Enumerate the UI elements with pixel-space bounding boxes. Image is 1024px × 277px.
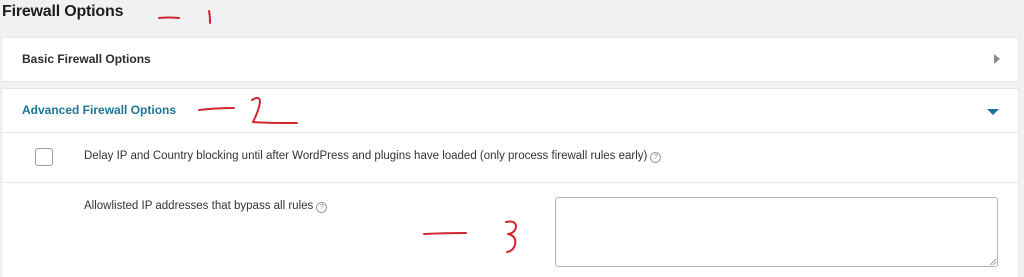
firewall-options-page: Firewall Options Basic Firewall Options … xyxy=(0,0,1024,277)
help-icon[interactable]: ? xyxy=(650,152,662,163)
allowlist-row: Allowlisted IP addresses that bypass all… xyxy=(2,182,1018,277)
annotation-mark-1 xyxy=(158,10,211,24)
allowlist-ip-textarea[interactable] xyxy=(555,197,998,267)
help-icon[interactable]: ? xyxy=(316,202,328,213)
advanced-firewall-title: Advanced Firewall Options xyxy=(22,103,177,117)
chevron-right-icon[interactable] xyxy=(994,54,1000,64)
delay-blocking-row: Delay IP and Country blocking until afte… xyxy=(2,132,1018,183)
basic-firewall-title: Basic Firewall Options xyxy=(22,52,151,66)
page-title: Firewall Options xyxy=(2,3,124,20)
resize-grip-icon[interactable] xyxy=(989,258,996,265)
advanced-firewall-panel: Advanced Firewall Options Delay IP and C… xyxy=(2,89,1018,277)
advanced-firewall-header[interactable]: Advanced Firewall Options xyxy=(2,89,1018,132)
basic-firewall-panel: Basic Firewall Options xyxy=(2,38,1018,81)
delay-blocking-label: Delay IP and Country blocking until afte… xyxy=(84,150,662,163)
chevron-down-icon[interactable] xyxy=(987,109,999,115)
allowlist-label: Allowlisted IP addresses that bypass all… xyxy=(84,200,328,213)
basic-firewall-header[interactable]: Basic Firewall Options xyxy=(2,38,1018,81)
delay-blocking-checkbox[interactable] xyxy=(35,148,53,166)
